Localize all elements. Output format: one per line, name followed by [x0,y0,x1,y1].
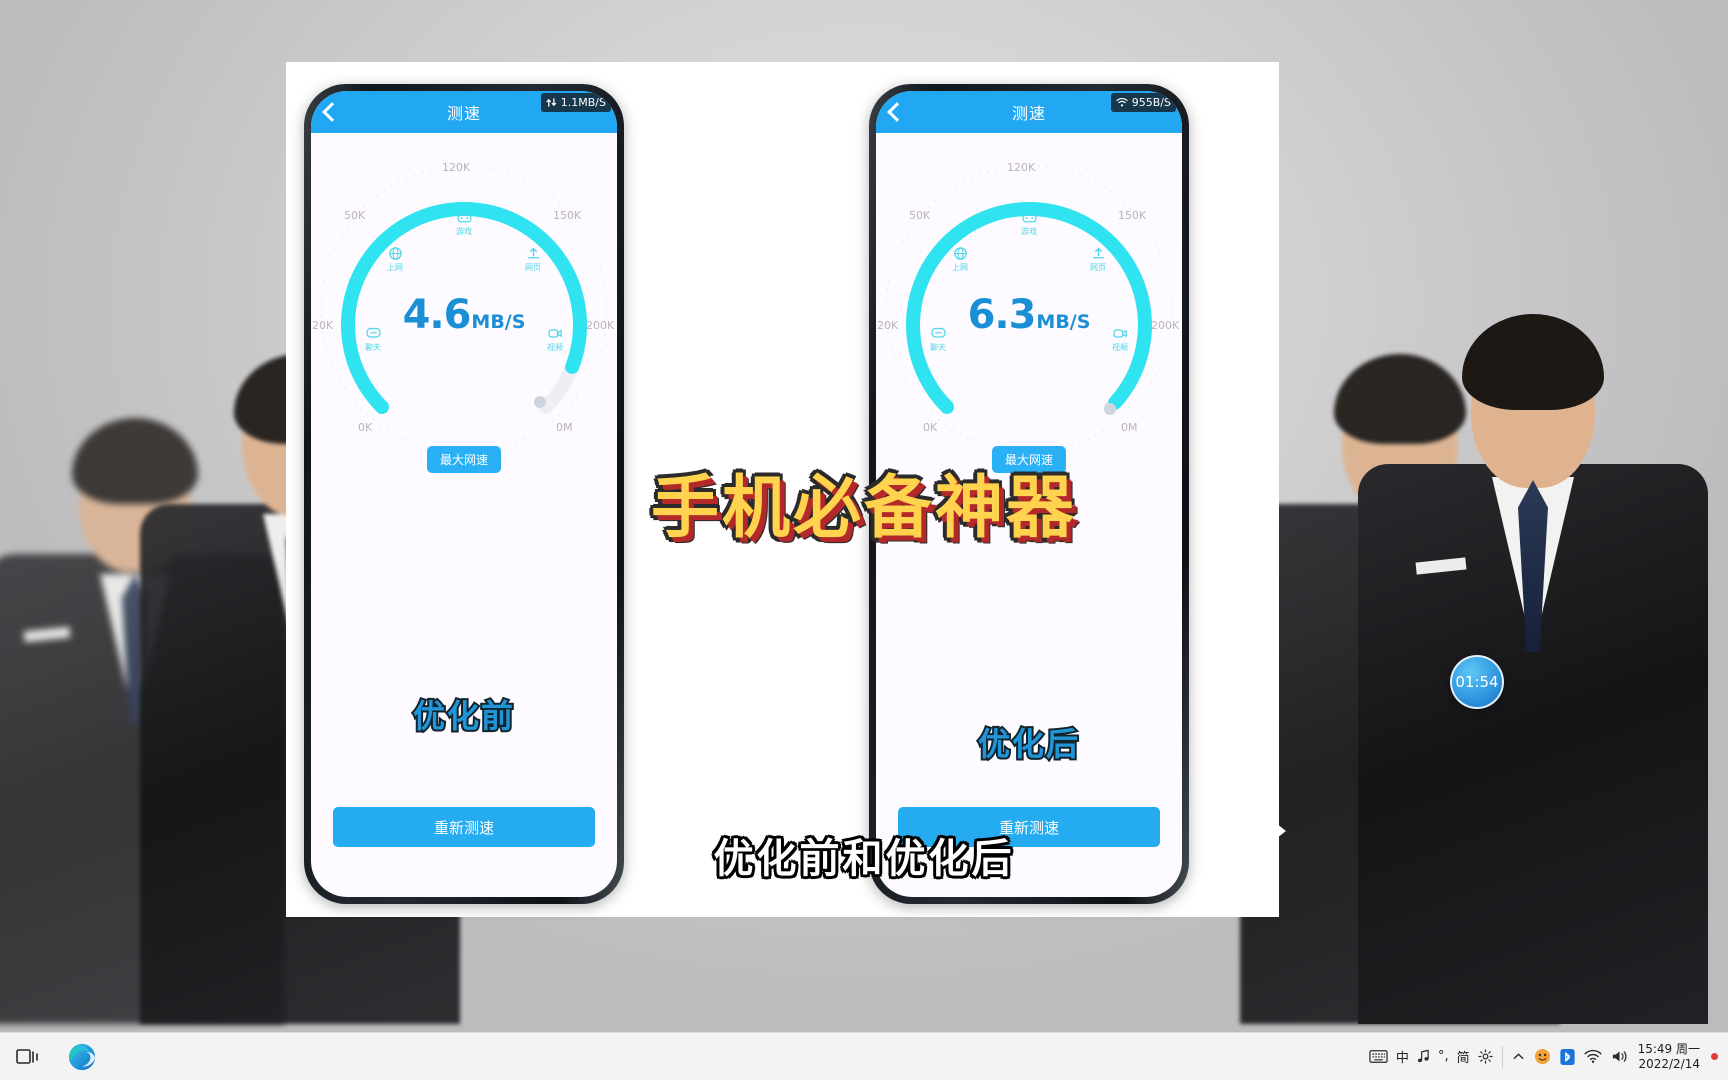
gauge-scale-label: 50K [909,209,931,222]
status-speed-text: 1.1MB/S [560,96,606,109]
upload-icon [1092,247,1104,259]
taskbar-divider [1501,1045,1503,1068]
windows-taskbar: 中 °, 简 15:49 周一 2022/2/14 [0,1032,1728,1080]
gauge-scale-label: 120K [1007,161,1036,174]
chevron-left-icon[interactable] [887,102,907,122]
taskbar-clock[interactable]: 15:49 周一 2022/2/14 [1638,1042,1700,1072]
gauge-value-unit: MB/S [1036,311,1091,333]
headline-text: 手机必备神器 [650,469,1077,548]
spoke-label: 网页 [1090,263,1106,272]
app-bar: 测速 955B/S [876,91,1182,133]
gauge-spoke-gamepad: 游戏 [1006,209,1052,236]
spoke-label: 游戏 [1021,227,1037,236]
chevron-left-icon[interactable] [322,102,342,122]
ime-language-label[interactable]: 中 [1396,1047,1409,1066]
gauge-value-number: 6.3 [967,292,1037,338]
data-transfer-icon [546,98,556,107]
spoke-label: 聊天 [365,343,381,352]
gamepad-icon [456,214,472,223]
gauge-value-unit: MB/S [471,311,526,333]
music-note-icon[interactable] [1417,1049,1430,1064]
keyboard-icon[interactable] [1369,1049,1388,1064]
gauge-scale-label: 120K [442,161,471,174]
bluetooth-icon[interactable] [1559,1048,1575,1065]
gauge-scale-label: 150K [1118,209,1147,222]
gauge-scale-label: 0K [923,421,938,434]
gauge-spoke-internet: 上网 [937,245,983,272]
phase-label-before: 优化前 [411,695,515,737]
wifi-icon [1116,98,1128,107]
notification-dot[interactable] [1711,1053,1718,1060]
spoke-label: 聊天 [930,343,946,352]
status-speed-chip: 955B/S [1110,93,1176,112]
app-bar-title: 测速 [446,104,481,123]
edge-browser-icon[interactable] [60,1035,104,1079]
wifi-icon[interactable] [1584,1049,1602,1064]
ime-indicator[interactable]: 中 °, 简 [1369,1047,1493,1066]
speed-gauge: 120K 150K 200K 0M 0K 20K 50K 游戏 网页 上网 聊天… [312,159,614,473]
gauge-scale-label: 150K [553,209,582,222]
phase-label-after: 优化后 [976,723,1080,765]
globe-icon [953,247,967,260]
gear-icon[interactable] [1477,1049,1493,1064]
clock-time: 15:49 周一 [1637,1041,1700,1056]
spoke-label: 视频 [1112,343,1128,352]
gauge-scale-label: 0K [358,421,373,434]
gauge-spoke-web: 网页 [1075,245,1121,272]
taskbar-system-tray: 中 °, 简 15:49 周一 2022/2/14 [1369,1042,1728,1072]
gauge-value-number: 4.6 [402,292,472,338]
ime-punctuation-label[interactable]: °, [1438,1049,1449,1064]
gauge-spoke-internet: 上网 [372,245,418,272]
upload-icon [527,247,539,259]
globe-icon [388,247,402,260]
clock-date: 2022/2/14 [1638,1056,1700,1071]
gauge-value-display: 4.6MB/S [314,292,614,338]
gauge-scale-label: 50K [344,209,366,222]
subtitle-text: 优化前和优化后 [713,836,1015,882]
timer-badge[interactable]: 01:54 [1450,655,1504,709]
desktop-background: 测速 1.1MB/S 120K 150K 200K 0M 0K 20K 50K … [0,0,1728,1080]
task-view-icon[interactable] [6,1035,50,1079]
speed-gauge: 120K 150K 200K 0M 0K 20K 50K 游戏 网页 上网 聊天… [877,159,1179,473]
speaker-icon[interactable] [1611,1049,1629,1064]
app-bar-title: 测速 [1011,104,1046,123]
app-bar: 测速 1.1MB/S [311,91,617,133]
chevron-up-icon[interactable] [1512,1050,1525,1063]
spoke-label: 游戏 [456,227,472,236]
gauge-value-display: 6.3MB/S [879,292,1179,338]
gauge-scale-label: 0M [556,421,573,434]
spoke-label: 网页 [525,263,541,272]
spoke-label: 视频 [547,343,563,352]
status-speed-chip: 1.1MB/S [540,93,611,112]
spoke-label: 上网 [387,263,403,272]
tray-app-icon[interactable] [1534,1048,1551,1065]
gauge-scale-label: 0M [1121,421,1138,434]
gamepad-icon [1021,214,1037,223]
background-person-foreground [1358,234,1708,1024]
spoke-label: 上网 [952,263,968,272]
gauge-spoke-gamepad: 游戏 [441,209,487,236]
taskbar-app-buttons [0,1035,104,1079]
gauge-spoke-web: 网页 [510,245,556,272]
ime-mode-label[interactable]: 简 [1457,1047,1470,1066]
status-speed-text: 955B/S [1131,96,1171,109]
